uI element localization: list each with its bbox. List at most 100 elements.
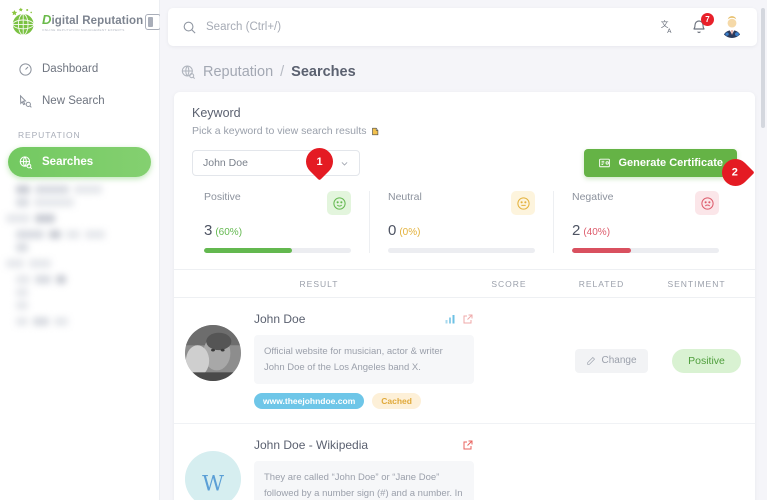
sidebar-collapse-icon[interactable] — [145, 14, 162, 30]
sidebar-redacted-items — [0, 179, 159, 326]
speedometer-icon — [19, 62, 32, 76]
keyword-select-value: John Doe — [203, 157, 248, 169]
sidebar-item-searches[interactable]: Searches — [8, 147, 151, 177]
breadcrumb-current: Searches — [291, 64, 356, 80]
stat-percent: (40%) — [583, 227, 611, 238]
stat-percent: (60%) — [215, 227, 243, 238]
pointing-hand-icon — [372, 127, 379, 135]
avatar-glyph — [721, 16, 743, 38]
sentiment-badge[interactable]: Positive — [672, 348, 741, 373]
sidebar: Digital Reputation ONLINE REPUTATION MAN… — [0, 0, 162, 500]
sidebar-nav: Dashboard New Search REPUTATION Searches — [0, 42, 159, 177]
translate-icon[interactable]: 文 A — [660, 19, 677, 36]
stat-value: 3 (60%) — [204, 222, 351, 239]
certificate-icon — [599, 158, 611, 167]
translate-glyph: 文 A — [661, 19, 672, 35]
change-button-label: Change — [601, 355, 637, 367]
search-input[interactable] — [206, 21, 466, 33]
result-action-icons — [462, 439, 474, 451]
stat-positive: Positive 3 (60%) — [192, 191, 370, 253]
main-area: 文 A 7 — [160, 0, 767, 500]
topbar: 文 A 7 — [168, 8, 757, 46]
smiley-neutral-icon — [511, 191, 535, 215]
keyword-title: Keyword — [192, 106, 241, 120]
external-link-icon[interactable] — [462, 439, 474, 451]
result-related-cell: Change — [564, 438, 659, 500]
column-header-result: RESULT — [299, 278, 339, 289]
notification-badge: 7 — [701, 13, 714, 26]
search-container[interactable] — [182, 20, 660, 35]
smiley-happy-icon — [327, 191, 351, 215]
chevron-down-icon — [341, 161, 348, 166]
callout-label: 2 — [732, 166, 739, 179]
searches-card: Keyword Pick a keyword to view search re… — [174, 92, 755, 500]
smiley-sad-icon — [695, 191, 719, 215]
stat-negative: Negative 2 (40%) — [554, 191, 737, 253]
breadcrumb-separator: / — [280, 64, 285, 80]
table-row[interactable]: W John Doe - Wikipedia They are called “… — [174, 424, 755, 500]
sidebar-item-dashboard[interactable]: Dashboard — [8, 54, 151, 84]
stat-progress-bar — [204, 248, 351, 253]
brand-initial: D — [42, 12, 52, 27]
topbar-actions: 文 A 7 — [660, 13, 743, 38]
stat-neutral: Neutral 0 (0%) — [370, 191, 554, 253]
keyword-header: Keyword Pick a keyword to view search re… — [174, 92, 755, 137]
result-thumbnail: W — [184, 450, 242, 500]
generate-certificate-button[interactable]: Generate Certificate — [584, 149, 737, 177]
stat-progress-bar — [572, 248, 719, 253]
result-score-cell — [474, 312, 564, 409]
result-title[interactable]: John Doe - Wikipedia — [254, 438, 368, 452]
sidebar-item-new-search[interactable]: New Search — [8, 86, 151, 116]
results-table-header: RESULT SCORE RELATED SENTIMENT — [174, 269, 755, 298]
notifications-bell[interactable]: 7 — [691, 13, 714, 35]
result-title[interactable]: John Doe — [254, 312, 305, 326]
app-root: Digital Reputation ONLINE REPUTATION MAN… — [0, 0, 767, 500]
sidebar-item-label: Dashboard — [42, 63, 99, 75]
globe-search-icon — [181, 65, 196, 80]
svg-text:W: W — [202, 472, 224, 497]
column-header-score: SCORE — [491, 278, 527, 289]
external-link-icon[interactable] — [462, 313, 474, 325]
globe-search-icon — [19, 155, 33, 169]
stat-value: 2 (40%) — [572, 222, 719, 239]
result-content: John Doe Official website for musician, … — [242, 312, 474, 410]
stat-value: 0 (0%) — [388, 222, 535, 239]
table-row[interactable]: John Doe Official website for musician, … — [174, 298, 755, 425]
stat-count: 2 — [572, 222, 581, 239]
result-sentiment-cell: Neutral — [659, 438, 754, 500]
brand-tagline: ONLINE REPUTATION MANAGEMENT EXPERTS — [42, 28, 125, 32]
result-score-cell — [474, 438, 564, 500]
breadcrumb: Reputation / Searches — [180, 64, 767, 80]
keyword-controls: John Doe Generate Certificate — [174, 137, 755, 177]
result-snippet: Official website for musician, actor & w… — [254, 335, 474, 385]
search-icon — [183, 21, 196, 34]
keyword-select[interactable]: John Doe — [192, 150, 360, 176]
result-action-icons — [444, 313, 474, 325]
stat-progress-bar — [388, 248, 535, 253]
breadcrumb-parent[interactable]: Reputation — [203, 64, 273, 80]
stat-count: 3 — [204, 222, 213, 239]
stat-count: 0 — [388, 222, 397, 239]
brand-title: Digital Reputation — [42, 12, 143, 27]
user-avatar[interactable] — [721, 16, 743, 38]
result-cached-tag[interactable]: Cached — [372, 393, 421, 410]
callout-label: 1 — [316, 155, 323, 168]
stat-label: Negative — [572, 191, 614, 203]
generate-certificate-label: Generate Certificate — [618, 157, 723, 169]
column-header-related: RELATED — [578, 278, 625, 289]
result-sentiment-cell: Positive — [659, 312, 754, 409]
brand-name: igital Reputation — [51, 15, 144, 27]
scrollbar-thumb[interactable] — [761, 8, 765, 128]
bar-chart-icon[interactable] — [444, 313, 456, 325]
pencil-icon — [587, 356, 596, 365]
result-snippet: They are called “John Doe” or “Jane Doe”… — [254, 461, 474, 500]
logo-icon — [8, 6, 40, 38]
sidebar-item-label: Searches — [42, 156, 94, 168]
sidebar-item-label: New Search — [42, 95, 105, 107]
brand-header: Digital Reputation ONLINE REPUTATION MAN… — [0, 0, 162, 42]
sidebar-section-label: REPUTATION — [18, 130, 81, 140]
result-url-tag[interactable]: www.theejohndoe.com — [254, 393, 365, 410]
result-content: John Doe - Wikipedia They are called “Jo… — [242, 438, 474, 500]
cursor-search-icon — [19, 94, 32, 108]
change-button[interactable]: Change — [575, 348, 648, 373]
